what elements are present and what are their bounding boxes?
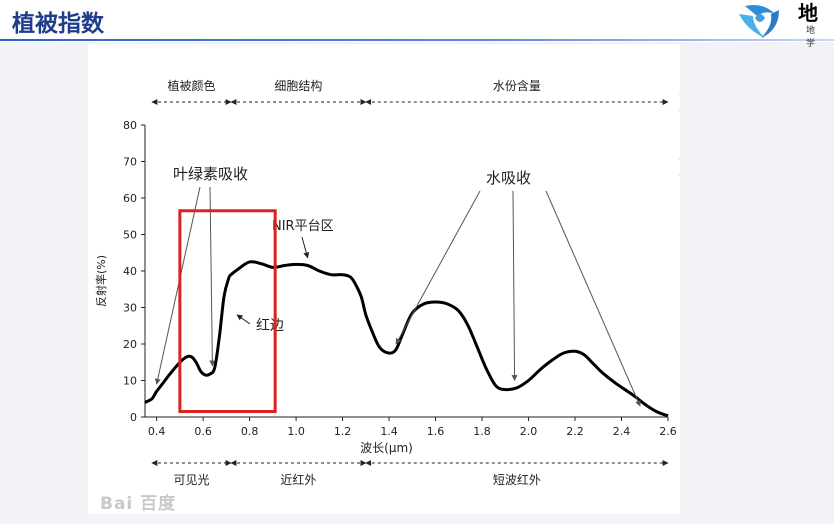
x-tick-label: 0.8	[241, 425, 259, 438]
x-tick-label: 1.8	[473, 425, 491, 438]
bottom-range-label: 短波红外	[493, 472, 541, 487]
y-tick-label: 60	[123, 192, 137, 205]
top-range-label: 植被颜色	[167, 78, 215, 93]
x-tick-label: 2.2	[566, 425, 584, 438]
x-tick-label: 0.6	[194, 425, 212, 438]
x-tick-label: 1.4	[380, 425, 398, 438]
chlorophyll-arrow	[154, 186, 201, 385]
logo-subtext: 地 学	[806, 26, 819, 49]
y-tick-label: 0	[130, 411, 137, 424]
x-tick-label: 1.0	[287, 425, 305, 438]
y-tick-label: 50	[123, 229, 137, 242]
x-tick-label: 0.4	[148, 425, 166, 438]
y-tick-label: 40	[123, 265, 137, 278]
watermark: Bai 百度	[100, 494, 177, 514]
top-range-label: 水份含量	[493, 78, 541, 93]
reflectance-chart: 植被颜色细胞结构水份含量可见光近红外短波红外 影响植被反射率的主因典型吸收带 0…	[94, 78, 680, 487]
water-absorption-arrow	[395, 190, 481, 345]
y-tick-label: 80	[123, 119, 137, 132]
y-tick-label: 30	[123, 302, 137, 315]
water-absorption-label: 水吸收	[486, 169, 531, 187]
chart-card: 植被颜色细胞结构水份含量可见光近红外短波红外 影响植被反射率的主因典型吸收带 0…	[88, 44, 680, 514]
x-tick-label: 2.0	[520, 425, 538, 438]
y-axis-label: 反射率(%)	[94, 255, 108, 307]
x-tick-label: 1.2	[334, 425, 352, 438]
y-tick-label: 10	[123, 375, 137, 388]
x-tick-label: 2.4	[613, 425, 631, 438]
red-edge-label: 红边	[256, 318, 284, 334]
water-absorption-arrow	[545, 190, 641, 407]
bottom-range-label: 近红外	[280, 472, 316, 487]
x-axis-label: 波长(μm)	[360, 441, 413, 455]
bottom-range-label: 可见光	[173, 473, 209, 487]
x-tick-label: 2.6	[659, 425, 677, 438]
highlight-box	[178, 209, 277, 414]
y-tick-label: 70	[123, 156, 137, 169]
x-tick-label: 1.6	[427, 425, 445, 438]
top-range-label: 细胞结构	[274, 78, 322, 93]
chlorophyll-arrow	[209, 186, 216, 367]
nir-plateau-label: NIR平台区	[272, 219, 334, 234]
chlorophyll-label: 叶绿素吸收	[173, 165, 248, 183]
reflectance-curve	[144, 260, 669, 418]
page-title: 植被指数	[12, 11, 104, 37]
water-absorption-arrow	[511, 190, 518, 382]
y-tick-label: 20	[123, 338, 137, 351]
header-divider	[0, 39, 834, 41]
red-edge-arrow	[236, 314, 251, 325]
nir-plateau-arrow	[301, 236, 310, 259]
header-bar: 植被指数 地 地 学	[0, 0, 834, 49]
